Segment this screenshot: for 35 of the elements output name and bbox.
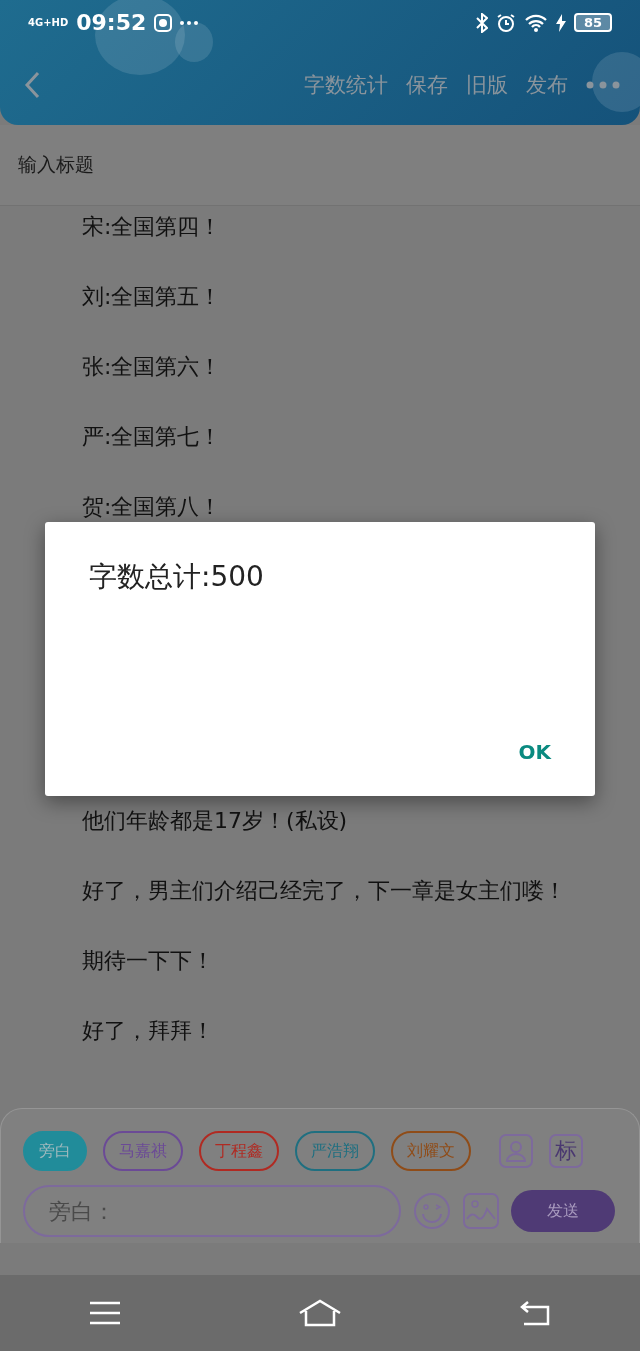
speaker-chip[interactable]: 旁白	[23, 1131, 87, 1171]
charging-icon	[555, 13, 566, 32]
story-paragraph: 刘:全国第五！	[81, 283, 223, 311]
battery-indicator: 85	[573, 13, 612, 32]
send-button[interactable]: 发送	[511, 1190, 615, 1232]
story-paragraph: 他们年龄都是17岁！(私设)	[81, 807, 349, 835]
speaker-chip[interactable]: 丁程鑫	[199, 1131, 279, 1171]
story-paragraph: 宋:全国第四！	[81, 213, 223, 241]
network-indicator: 4G+HD	[28, 17, 69, 28]
speaker-chip[interactable]: 刘耀文	[391, 1131, 471, 1171]
ok-button[interactable]: OK	[500, 732, 569, 772]
tag-button[interactable]: 标	[549, 1134, 583, 1168]
menu-icon[interactable]	[89, 1301, 120, 1325]
speaker-chip[interactable]: 严浩翔	[295, 1131, 375, 1171]
dialog-message: 字数总计:500	[89, 559, 264, 595]
story-paragraph: 严:全国第七！	[81, 423, 223, 451]
wifi-icon	[523, 13, 548, 32]
toolbar-action[interactable]: 保存	[406, 71, 448, 99]
story-paragraph: 期待一下下！	[81, 947, 215, 975]
story-paragraph: 贺:全国第八！	[81, 493, 223, 521]
more-icon[interactable]	[586, 81, 620, 89]
story-paragraph: 好了，男主们介绍己经完了，下一章是女主们喽！	[81, 877, 567, 905]
more-notifications-icon	[180, 20, 199, 25]
bluetooth-icon	[475, 12, 488, 33]
toolbar-action[interactable]: 字数统计	[304, 71, 388, 99]
app-notification-icon	[154, 13, 173, 32]
bubble-decoration	[592, 52, 640, 112]
alarm-icon	[495, 12, 516, 33]
status-time: 09:52	[76, 10, 147, 35]
toolbar-action[interactable]: 旧版	[466, 71, 508, 99]
story-paragraph: 张:全国第六！	[81, 353, 223, 381]
story-paragraph: 好了，拜拜！	[81, 1017, 215, 1045]
toolbar-action[interactable]: 发布	[526, 71, 568, 99]
home-icon[interactable]	[299, 1299, 341, 1327]
title-placeholder[interactable]: 输入标题	[18, 152, 94, 178]
